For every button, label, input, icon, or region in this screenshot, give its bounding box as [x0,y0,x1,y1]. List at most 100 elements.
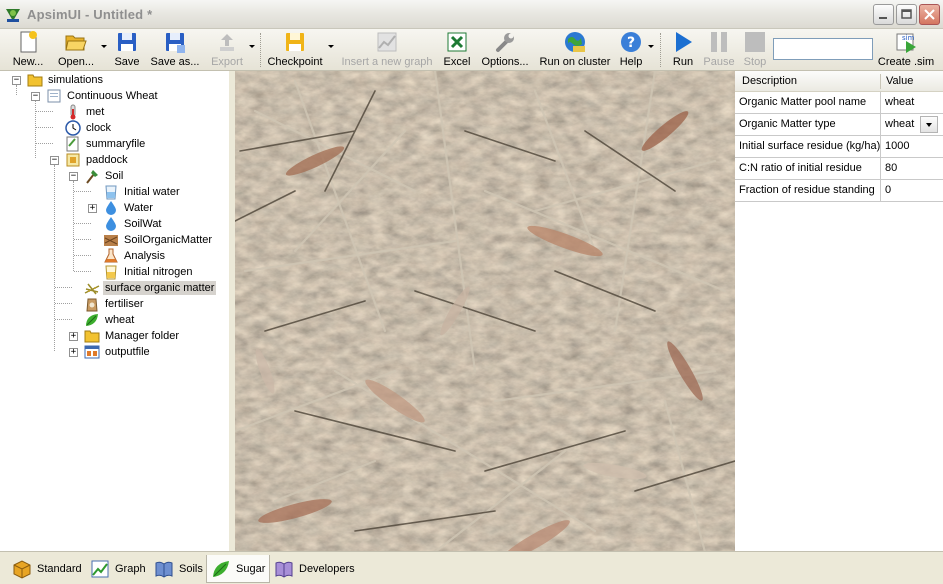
collapse-toggle-continuous-wheat[interactable]: − [31,92,40,101]
apsim-app-icon [5,7,21,23]
run-on-cluster-button[interactable]: Run on cluster [537,30,613,70]
tree-node-soilorganicmatter[interactable]: SoilOrganicMatter [103,232,214,248]
tree-node-label: Initial water [124,186,180,198]
grid-row-cn-ratio: C:N ratio of initial residue 80 [735,158,943,180]
tree-node-initial-nitrogen[interactable]: Initial nitrogen [103,264,195,280]
tree-node-continuous-wheat[interactable]: Continuous Wheat [46,88,160,104]
play-icon [671,30,695,54]
expand-toggle-outputfile[interactable]: + [69,348,78,357]
save-button[interactable]: Save [111,30,143,70]
graph-icon [90,559,110,579]
insert-graph-button[interactable]: Insert a new graph [339,30,435,70]
tree-node-label: simulations [48,74,104,86]
cn-ratio-value-cell[interactable]: 80 [881,158,943,179]
tree-node-paddock[interactable]: paddock [65,152,130,168]
tree-node-simulations[interactable]: simulations [27,72,105,88]
shovel-icon [84,168,100,184]
collapse-toggle-simulations[interactable]: − [12,76,21,85]
initial-residue-value-cell[interactable]: 1000 [881,136,943,157]
svg-text:?: ? [627,35,635,51]
close-button[interactable] [919,4,940,25]
create-sim-button[interactable]: sim Create .sim [876,30,936,70]
tab-graph[interactable]: Graph [86,555,150,583]
create-sim-icon: sim [894,30,918,54]
tree-node-fertiliser[interactable]: fertiliser [84,296,146,312]
tree-line [55,303,72,304]
tree-node-label: wheat [105,314,135,326]
organic-matter-type-dropdown-button[interactable] [920,116,938,133]
pool-name-value-cell[interactable]: wheat [881,92,943,113]
run-button[interactable]: Run [668,30,698,70]
tab-developers[interactable]: Developers [270,555,359,583]
run-on-cluster-button-label: Run on cluster [539,56,611,68]
new-document-icon [16,30,40,54]
tab-sugar[interactable]: Sugar [206,555,271,583]
toolbox-tab-strip: Standard Graph Soils Sugar Developers [0,551,943,584]
pause-button[interactable]: Pause [702,30,736,70]
tree-node-clock[interactable]: clock [65,120,113,136]
export-dropdown-arrow[interactable] [249,45,255,48]
tree-node-label: Manager folder [105,330,179,342]
help-icon: ? [619,30,643,54]
tab-label: Soils [179,563,203,575]
checkpoint-dropdown-arrow[interactable] [328,45,334,48]
save-disk-icon [115,30,139,54]
collapse-toggle-soil[interactable]: − [69,172,78,181]
save-as-button[interactable]: Save as... [148,30,202,70]
checkpoint-button-label: Checkpoint [267,56,323,68]
soil-organic-icon [103,232,119,248]
tree-node-surface-organic-matter[interactable]: surface organic matter [84,280,217,296]
run-progress-field[interactable] [773,38,873,60]
tree-node-soil[interactable]: Soil [84,168,125,184]
properties-grid: Description Value Organic Matter pool na… [735,71,943,551]
create-sim-button-label: Create .sim [877,56,935,68]
tree-line [54,165,55,351]
paddock-icon [65,152,81,168]
tab-soils[interactable]: Soils [150,555,207,583]
value-column-header[interactable]: Value [886,75,913,87]
tree-node-label: Analysis [124,250,165,262]
open-dropdown-arrow[interactable] [101,45,107,48]
tab-standard[interactable]: Standard [8,555,86,583]
save-button-label: Save [114,56,140,68]
expand-toggle-manager-folder[interactable]: + [69,332,78,341]
export-button[interactable]: Export [207,30,247,70]
tree-node-wheat[interactable]: wheat [84,312,136,328]
tree-node-summaryfile[interactable]: summaryfile [65,136,147,152]
tree-node-analysis[interactable]: Analysis [103,248,167,264]
help-button[interactable]: ? Help [617,30,645,70]
expand-toggle-water[interactable]: + [88,204,97,213]
column-divider[interactable] [880,74,881,89]
tree-line [35,101,36,158]
help-dropdown-arrow[interactable] [648,45,654,48]
new-button[interactable]: New... [8,30,48,70]
excel-button[interactable]: Excel [441,30,473,70]
tree-node-water[interactable]: Water [103,200,155,216]
tree-node-initial-water[interactable]: Initial water [103,184,182,200]
stop-button[interactable]: Stop [740,30,770,70]
options-button[interactable]: Options... [478,30,532,70]
collapse-toggle-paddock[interactable]: − [50,156,59,165]
tree-line [74,271,91,272]
excel-button-label: Excel [443,56,471,68]
tree-node-soilwat[interactable]: SoilWat [103,216,164,232]
tree-node-manager-folder[interactable]: Manager folder [84,328,181,344]
graph-icon [375,30,399,54]
open-button[interactable]: Open... [54,30,98,70]
grid-row-initial-residue: Initial surface residue (kg/ha) 1000 [735,136,943,158]
minimize-button[interactable] [873,4,894,25]
grid-cell-description: Organic Matter type [735,114,881,135]
tree-node-outputfile[interactable]: outputfile [84,344,152,360]
tree-node-met[interactable]: met [65,104,106,120]
sugar-leaf-icon [211,559,231,579]
description-column-header[interactable]: Description [742,75,797,87]
nitrogen-icon [103,264,119,280]
tree-line [74,239,91,240]
export-button-label: Export [211,56,243,68]
maximize-button[interactable] [896,4,917,25]
open-button-label: Open... [57,56,95,68]
simulation-tree[interactable]: − simulations − Continuous Wheat met clo… [0,71,235,551]
checkpoint-button[interactable]: Checkpoint [266,30,324,70]
fraction-standing-value-cell[interactable]: 0 [881,180,943,201]
tree-node-label: SoilOrganicMatter [124,234,213,246]
